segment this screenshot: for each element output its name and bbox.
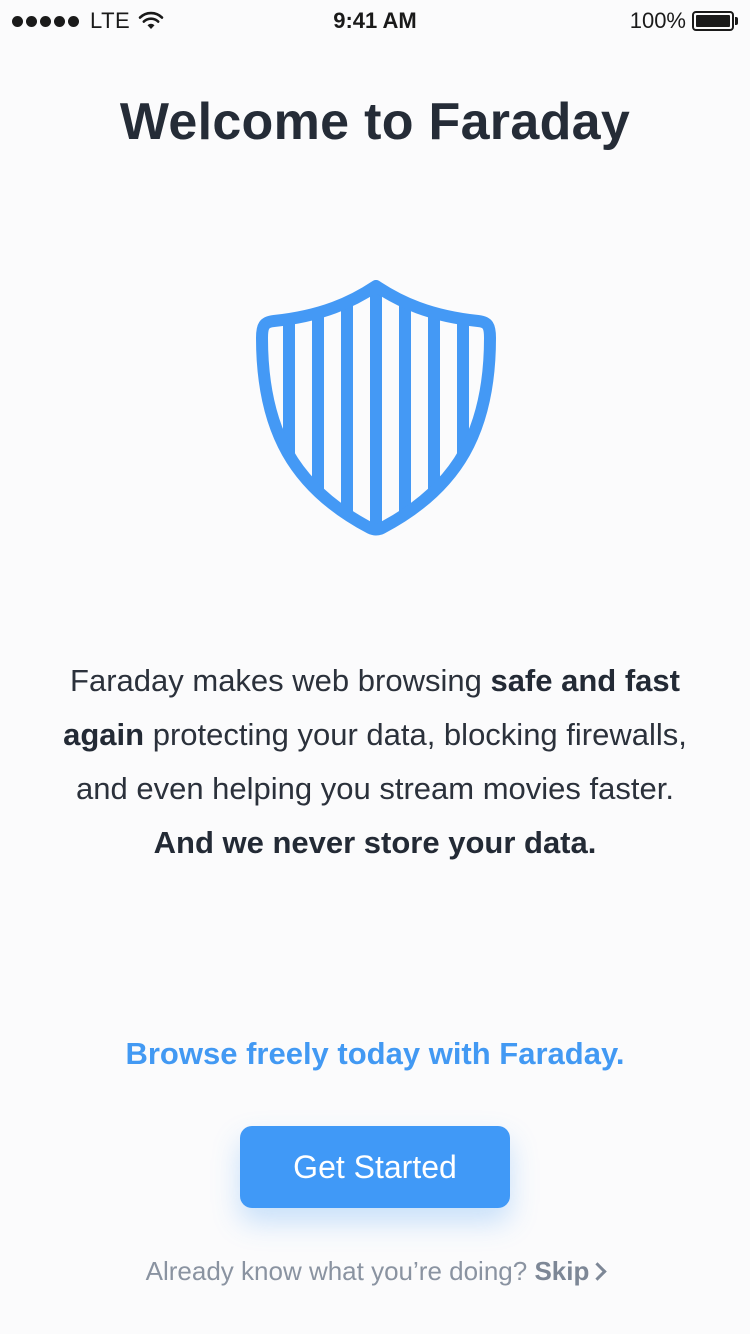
tagline: Browse freely today with Faraday. — [125, 1036, 625, 1071]
description-highlight-2: And we never store your data. — [153, 825, 597, 860]
skip-link[interactable]: Skip — [534, 1256, 608, 1286]
get-started-button[interactable]: Get Started — [240, 1126, 510, 1208]
battery-tip — [735, 17, 738, 25]
skip-prompt: Already know what you’re doing? — [145, 1256, 528, 1286]
battery-percentage: 100% — [629, 8, 686, 33]
skip-row: Already know what you’re doing? Skip — [0, 1256, 750, 1287]
shield-icon — [256, 280, 496, 536]
battery-icon — [692, 11, 734, 31]
status-bar: LTE 9:41 AM 100% — [0, 0, 750, 40]
page-title: Welcome to Faraday — [119, 93, 631, 151]
description-text: Faraday makes web browsing safe and fast… — [55, 654, 695, 870]
status-right: 100% — [630, 8, 738, 34]
skip-label: Skip — [534, 1256, 590, 1286]
description-part-2: protecting your data, blocking firewalls… — [76, 717, 687, 806]
chevron-right-icon — [588, 1262, 608, 1281]
description-part-1: Faraday makes web browsing — [70, 663, 491, 698]
